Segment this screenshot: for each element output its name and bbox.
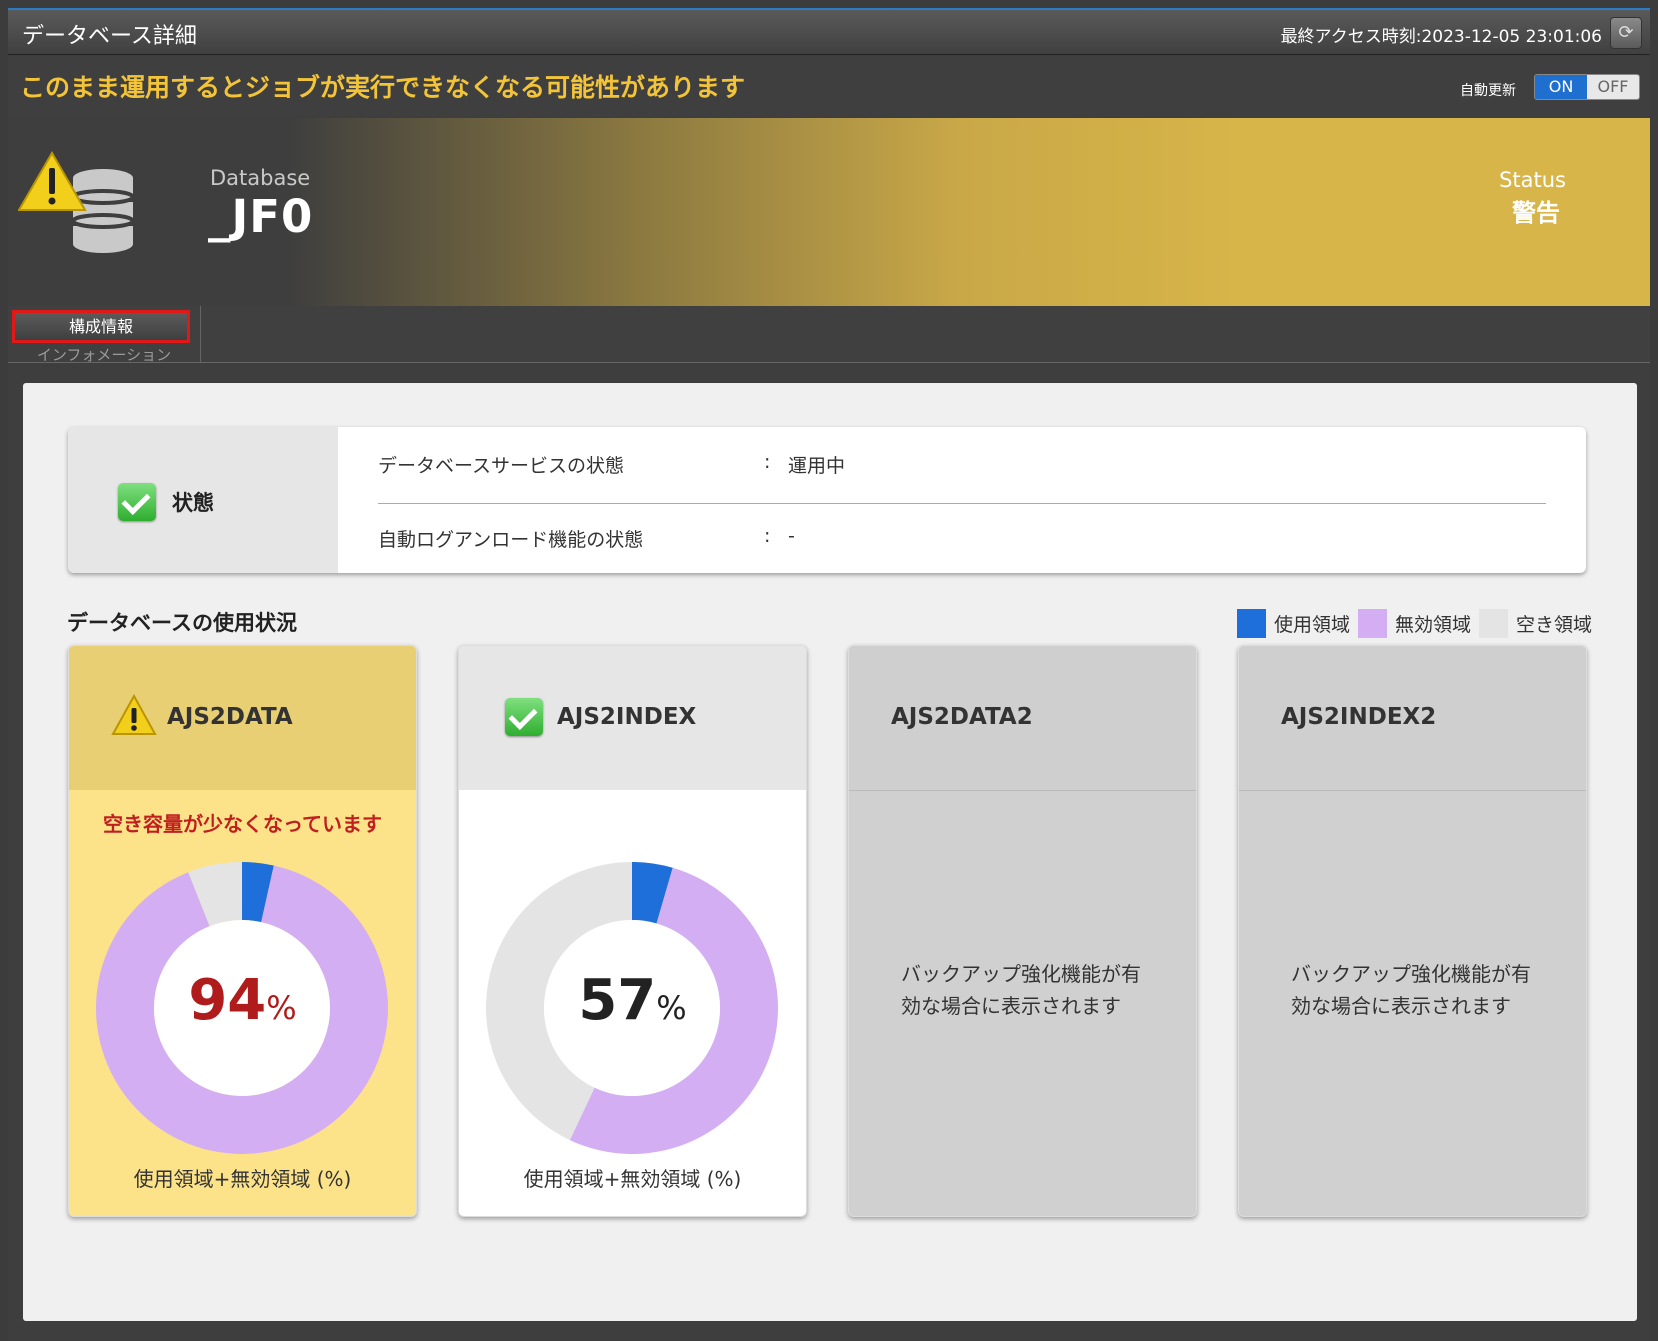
main-content: 状態 データベースサービスの状態 : 運用中 自動ログアンロード機能の状態 : … — [23, 383, 1637, 1321]
tab-configuration-button[interactable]: 構成情報 — [12, 310, 190, 343]
database-warning-icon — [18, 151, 135, 253]
usage-percent: 57% — [459, 968, 806, 1033]
status-row-value: 運用中 — [788, 455, 846, 477]
check-icon — [505, 698, 543, 736]
card-unavailable-note: バックアップ強化機能が有効な場合に表示されます — [1291, 962, 1531, 1018]
last-access-time: 最終アクセス時刻:2023-12-05 23:01:06 — [1280, 27, 1602, 47]
toggle-on-button[interactable]: ON — [1535, 75, 1587, 99]
status-row-label: 自動ログアンロード機能の状態 — [378, 529, 644, 551]
card-name: AJS2DATA2 — [891, 704, 1033, 730]
status-row-colon: : — [764, 525, 771, 547]
window-title: データベース詳細 — [22, 24, 197, 49]
legend-label-free: 空き領域 — [1515, 614, 1592, 636]
database-name: _JF0 — [208, 190, 314, 243]
legend-label-invalid: 無効領域 — [1394, 614, 1471, 636]
usage-section-title: データベースの使用状況 — [67, 611, 297, 635]
database-label: Database — [210, 166, 311, 190]
status-label: Status — [1499, 168, 1566, 192]
status-divider — [378, 503, 1546, 504]
card-footer: 使用領域+無効領域 (%) — [523, 1167, 742, 1191]
card-body: 57% 使用領域+無効領域 (%) — [459, 790, 806, 1216]
card-header: AJS2DATA — [69, 646, 416, 790]
status-panel-title: 状態 — [172, 491, 214, 515]
usage-card-ajs2index2: AJS2INDEX2 バックアップ強化機能が有効な場合に表示されます — [1238, 645, 1587, 1217]
legend-swatch-invalid — [1357, 609, 1387, 638]
usage-percent-unit: % — [266, 989, 297, 1027]
database-detail-window: データベース詳細 最終アクセス時刻:2023-12-05 23:01:06 ⟳ … — [8, 8, 1650, 1341]
auto-update-toggle[interactable]: ON OFF — [1534, 74, 1640, 100]
card-name: AJS2DATA — [167, 704, 293, 730]
usage-percent-value: 94 — [188, 968, 267, 1033]
card-header: AJS2DATA2 — [849, 646, 1196, 791]
check-icon — [118, 483, 156, 521]
tab-configuration[interactable]: 構成情報 インフォメーション — [8, 306, 201, 364]
tab-configuration-sublabel: インフォメーション — [36, 346, 172, 364]
usage-percent: 94% — [69, 968, 416, 1033]
card-unavailable-note: バックアップ強化機能が有効な場合に表示されます — [901, 962, 1141, 1018]
card-body: バックアップ強化機能が有効な場合に表示されます — [849, 790, 1196, 1216]
status-row-value: - — [788, 525, 795, 547]
legend-swatch-used — [1236, 609, 1266, 638]
toggle-off-button[interactable]: OFF — [1587, 75, 1639, 99]
usage-percent-value: 57 — [578, 968, 657, 1033]
refresh-button[interactable]: ⟳ — [1610, 17, 1642, 49]
usage-card-ajs2data2: AJS2DATA2 バックアップ強化機能が有効な場合に表示されます — [848, 645, 1197, 1217]
legend-swatch-free — [1478, 609, 1508, 638]
status-row-log-unload: 自動ログアンロード機能の状態 : - — [378, 525, 795, 552]
status-row-label: データベースサービスの状態 — [378, 455, 625, 477]
card-body: 空き容量が少なくなっています 94% 使用領域+無効領域 (%) — [69, 790, 416, 1216]
status-panel: 状態 データベースサービスの状態 : 運用中 自動ログアンロード機能の状態 : … — [68, 427, 1586, 573]
auto-update-label: 自動更新 — [1460, 83, 1516, 99]
card-header: AJS2INDEX — [459, 646, 806, 790]
warning-banner: このまま運用するとジョブが実行できなくなる可能性があります 自動更新 ON OF… — [8, 56, 1650, 116]
status-row-service: データベースサービスの状態 : 運用中 — [378, 451, 845, 478]
tab-bar: 構成情報 インフォメーション — [8, 306, 1650, 364]
card-header: AJS2INDEX2 — [1239, 646, 1586, 791]
status-value: 警告 — [1512, 199, 1560, 227]
usage-percent-unit: % — [656, 989, 687, 1027]
card-warning-message: 空き容量が少なくなっています — [103, 812, 382, 836]
warning-message: このまま運用するとジョブが実行できなくなる可能性があります — [20, 73, 746, 102]
usage-card-ajs2index[interactable]: AJS2INDEX 57% 使用領域+無効領域 (%) — [458, 645, 807, 1217]
status-panel-header: 状態 — [68, 427, 338, 573]
card-name: AJS2INDEX2 — [1281, 704, 1437, 730]
status-row-colon: : — [764, 451, 771, 473]
refresh-icon: ⟳ — [1618, 22, 1634, 43]
warning-icon — [111, 694, 157, 735]
card-footer: 使用領域+無効領域 (%) — [133, 1167, 352, 1191]
legend-label-used: 使用領域 — [1273, 614, 1350, 636]
title-bar: データベース詳細 最終アクセス時刻:2023-12-05 23:01:06 ⟳ — [8, 10, 1650, 55]
card-body: バックアップ強化機能が有効な場合に表示されます — [1239, 790, 1586, 1216]
database-header: Database _JF0 Status 警告 — [8, 118, 1650, 306]
usage-legend: 使用領域 無効領域 空き領域 — [1229, 609, 1592, 638]
card-name: AJS2INDEX — [557, 704, 697, 730]
usage-card-ajs2data[interactable]: AJS2DATA 空き容量が少なくなっています 94% 使用領域+無効領域 (%… — [68, 645, 417, 1217]
